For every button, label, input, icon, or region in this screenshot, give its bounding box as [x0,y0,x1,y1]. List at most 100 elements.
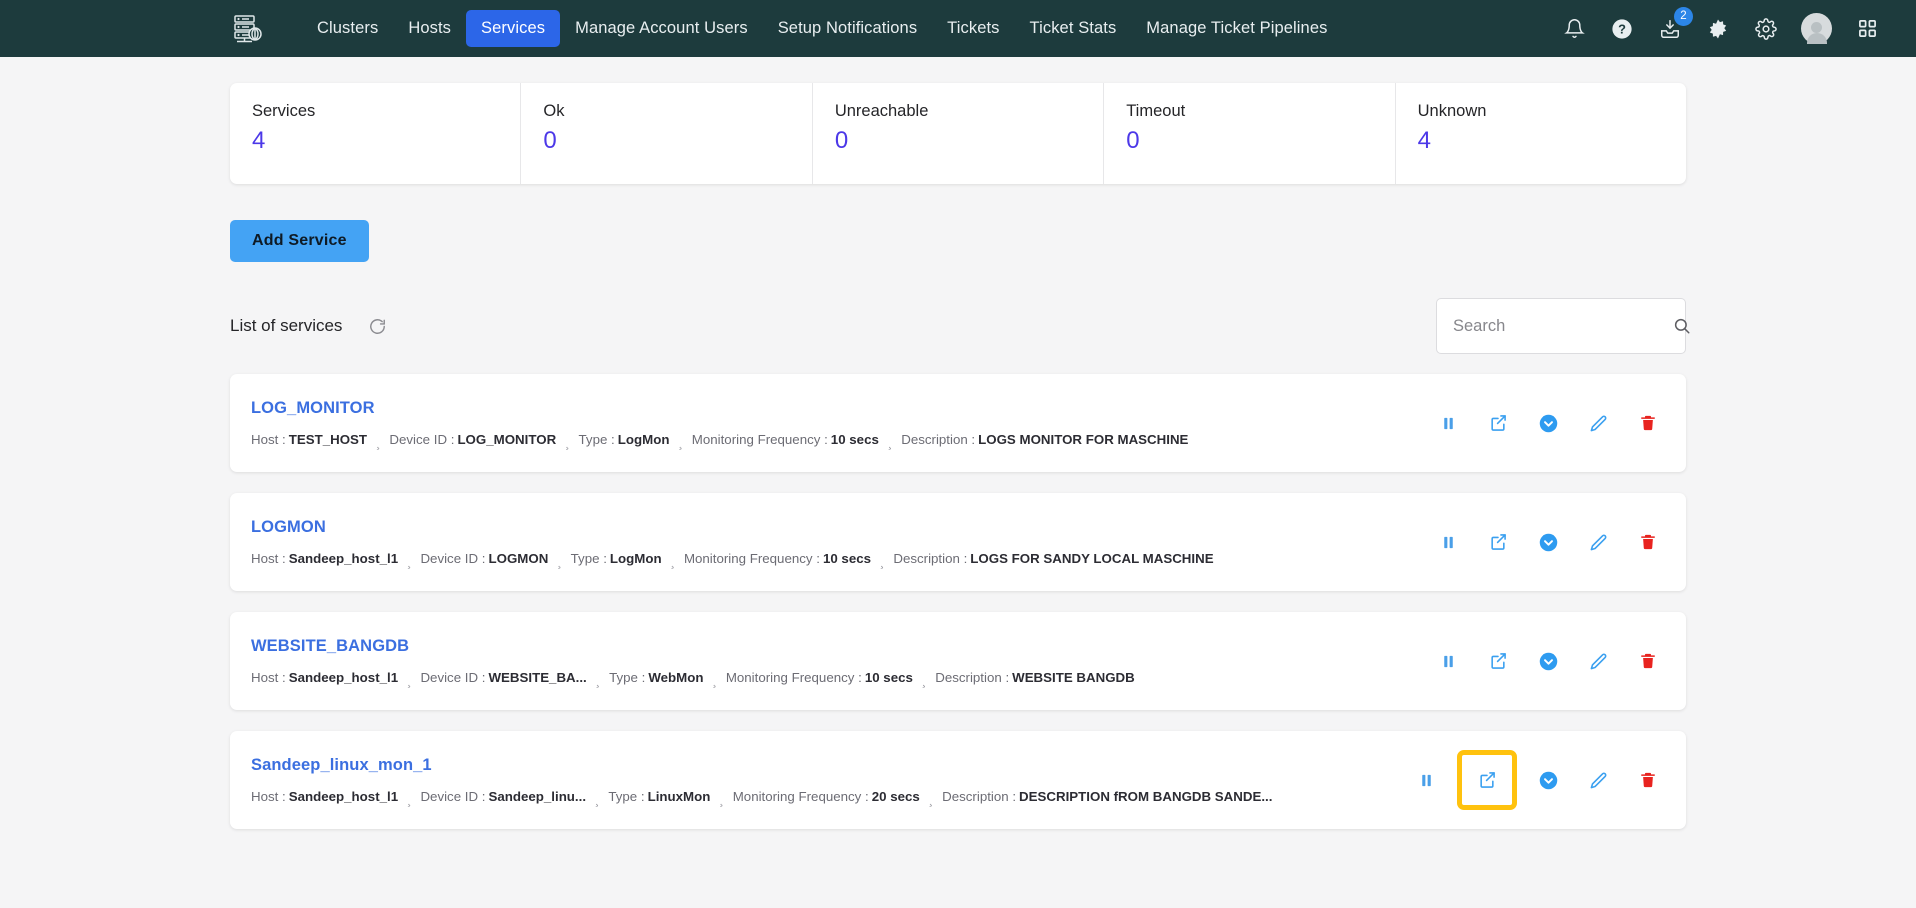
nav-link-hosts[interactable]: Hosts [393,10,466,47]
stat-value: 0 [834,127,849,154]
meta-label-type: Type : [609,670,646,685]
edit-pencil-icon[interactable] [1584,409,1612,437]
meta-value-description: DESCRIPTION fROM BANGDB SANDE... [1019,789,1273,804]
meta-separator: ¸ [887,435,893,450]
meta-value-frequency: 10 secs [830,432,879,447]
stat-card-unreachable: Unreachable 0 [813,83,1105,184]
service-row-actions [1434,528,1662,556]
meta-label-type: Type : [578,432,615,447]
service-row[interactable]: Sandeep_linux_mon_1 Host : Sandeep_host_l… [230,731,1686,829]
service-row-actions [1434,647,1662,675]
add-service-button[interactable]: Add Service [230,220,369,262]
meta-label-description: Description : [893,551,968,566]
meta-label-description: Description : [935,670,1010,685]
status-check-icon[interactable] [1534,647,1562,675]
service-list: LOG_MONITOR Host : TEST_HOST ¸ Device ID … [230,374,1686,829]
meta-value-type: LinuxMon [647,789,711,804]
search-input[interactable] [1453,316,1673,336]
open-in-new-icon[interactable] [1484,409,1512,437]
server-rack-icon[interactable] [228,9,268,49]
nav-link-manage-account-users[interactable]: Manage Account Users [560,10,763,47]
pause-icon[interactable] [1434,528,1462,556]
service-row[interactable]: LOGMON Host : Sandeep_host_l1 ¸ Device ID… [230,493,1686,591]
meta-label-host: Host : [251,551,286,566]
delete-trash-icon[interactable] [1634,766,1662,794]
meta-value-host: Sandeep_host_l1 [288,551,399,566]
meta-separator: ¸ [407,673,412,688]
pause-icon[interactable] [1434,409,1462,437]
search-icon[interactable] [1673,317,1691,335]
meta-value-device-id: Sandeep_linu... [488,789,587,804]
edit-pencil-icon[interactable] [1584,528,1612,556]
nav-link-setup-notifications[interactable]: Setup Notifications [763,10,932,47]
notifications-bell-icon[interactable] [1561,16,1587,42]
meta-separator: ¸ [719,792,724,807]
meta-label-host: Host : [251,432,286,447]
edit-pencil-icon[interactable] [1584,766,1612,794]
dark-mode-toggle-icon[interactable] [1705,16,1731,42]
meta-value-type: LogMon [617,432,670,447]
meta-label-frequency: Monitoring Frequency : [683,551,820,566]
meta-separator: ¸ [670,554,675,569]
status-check-icon[interactable] [1534,766,1562,794]
meta-separator: ¸ [880,554,885,569]
nav-link-manage-ticket-pipelines[interactable]: Manage Ticket Pipelines [1131,10,1342,47]
meta-value-type: WebMon [648,670,704,685]
search-box[interactable] [1436,298,1690,354]
delete-trash-icon[interactable] [1634,528,1662,556]
stat-card-services: Services 4 [230,83,522,184]
meta-separator: ¸ [407,792,412,807]
service-name-link[interactable]: LOG_MONITOR [251,399,1188,418]
nav-link-ticket-stats[interactable]: Ticket Stats [1015,10,1132,47]
meta-value-frequency: 20 secs [871,789,920,804]
pause-icon[interactable] [1434,647,1462,675]
service-stats-summary: Services 4 Ok 0 Unreachable 0 Timeout 0 … [230,83,1686,184]
apps-grid-icon[interactable] [1854,16,1880,42]
user-avatar[interactable] [1801,13,1832,44]
service-name-link[interactable]: Sandeep_linux_mon_1 [251,756,1272,775]
svg-text:?: ? [1618,21,1626,36]
edit-pencil-icon[interactable] [1584,647,1612,675]
nav-link-services[interactable]: Services [466,10,561,47]
meta-label-type: Type : [570,551,607,566]
delete-trash-icon[interactable] [1634,647,1662,675]
stat-card-ok: Ok 0 [521,83,813,184]
service-name-link[interactable]: LOGMON [251,518,1214,537]
meta-label-description: Description : [901,432,976,447]
meta-value-frequency: 10 secs [822,551,872,566]
help-question-icon[interactable]: ? [1609,16,1635,42]
settings-gear-icon[interactable] [1753,16,1779,42]
nav-link-tickets[interactable]: Tickets [932,10,1014,47]
service-name-link[interactable]: WEBSITE_BANGDB [251,637,1135,656]
meta-value-description: LOGS FOR SANDY LOCAL MASCHINE [970,551,1214,566]
service-row[interactable]: LOG_MONITOR Host : TEST_HOST ¸ Device ID … [230,374,1686,472]
meta-label-type: Type : [608,789,645,804]
meta-value-description: LOGS MONITOR FOR MASCHINE [978,432,1189,447]
pause-icon[interactable] [1412,766,1440,794]
meta-value-type: LogMon [609,551,662,566]
meta-separator: ¸ [712,673,717,688]
meta-label-frequency: Monitoring Frequency : [691,432,828,447]
meta-label-device-id: Device ID : [420,551,486,566]
open-in-new-icon[interactable] [1484,647,1512,675]
refresh-icon[interactable] [368,317,387,336]
service-row[interactable]: WEBSITE_BANGDB Host : Sandeep_host_l1 ¸ D… [230,612,1686,710]
open-in-new-icon[interactable] [1457,750,1517,810]
meta-separator: ¸ [565,435,570,450]
stat-label: Ok [543,102,565,120]
open-in-new-icon[interactable] [1484,528,1512,556]
list-of-services-title: List of services [230,316,343,335]
inbox-download-icon[interactable]: 2 [1657,6,1693,42]
stat-card-unknown: Unknown 4 [1396,83,1686,184]
status-check-icon[interactable] [1534,409,1562,437]
meta-value-description: WEBSITE BANGDB [1012,670,1135,685]
page-content: Services 4 Ok 0 Unreachable 0 Timeout 0 … [0,57,1916,829]
meta-separator: ¸ [376,435,381,450]
status-check-icon[interactable] [1534,528,1562,556]
delete-trash-icon[interactable] [1634,409,1662,437]
stat-value: 4 [1417,127,1431,154]
meta-separator: ¸ [407,554,412,569]
meta-separator: ¸ [557,554,562,569]
nav-link-clusters[interactable]: Clusters [302,10,393,47]
meta-label-host: Host : [251,670,286,685]
